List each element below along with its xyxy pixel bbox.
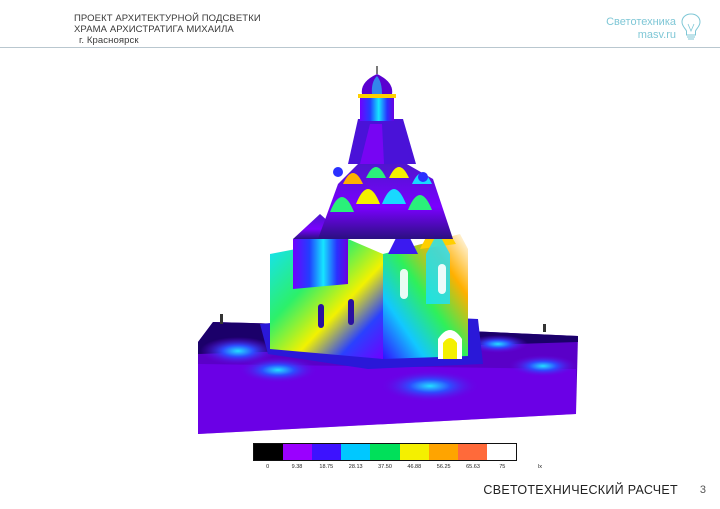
section-title: СВЕТОТЕХНИЧЕСКИЙ РАСЧЕТ xyxy=(483,483,678,497)
scale-swatch xyxy=(428,444,458,460)
scale-swatch xyxy=(254,444,284,460)
scale-unit: lx xyxy=(538,464,542,470)
header-divider xyxy=(0,47,720,48)
scale-swatch xyxy=(283,444,313,460)
project-title-line-2: ХРАМА АРХИСТРАТИГА МИХАИЛА xyxy=(74,24,234,35)
scale-tick-label: 37.50 xyxy=(378,464,392,470)
brand-site: masv.ru xyxy=(637,29,676,41)
scale-swatch xyxy=(341,444,371,460)
scale-tick-label: 28.13 xyxy=(348,464,363,470)
project-title-line-1: ПРОЕКТ АРХИТЕКТУРНОЙ ПОДСВЕТКИ xyxy=(74,13,261,24)
scale-tick-label: 65.63 xyxy=(466,464,480,470)
scale-tick-labels: 0 9.38 18.75 28.13 37.50 46.88 56.25 65.… xyxy=(253,464,517,474)
illuminance-color-scale xyxy=(253,443,517,461)
scale-swatch xyxy=(312,444,342,460)
lightbulb-icon xyxy=(681,13,701,40)
project-title: ПРОЕКТ АРХИТЕКТУРНОЙ ПОДСВЕТКИ ХРАМА АРХ… xyxy=(74,13,261,46)
scale-tick-label: 56.25 xyxy=(436,464,451,470)
church-illuminance-render xyxy=(198,66,578,434)
scale-swatch xyxy=(486,444,516,460)
scale-tick-label: 0 xyxy=(266,464,270,470)
scale-swatch xyxy=(370,444,400,460)
page-header: ПРОЕКТ АРХИТЕКТУРНОЙ ПОДСВЕТКИ ХРАМА АРХ… xyxy=(0,0,720,48)
scale-swatch xyxy=(399,444,429,460)
brand-name: Светотехника xyxy=(606,16,676,28)
scale-tick-label: 18.75 xyxy=(319,464,334,470)
scale-tick-label: 75 xyxy=(499,464,506,470)
scale-swatch xyxy=(457,444,487,460)
scale-tick-label: 9.38 xyxy=(291,464,303,470)
project-city: г. Красноярск xyxy=(79,35,139,46)
brand-logo-text: Светотехника masv.ru xyxy=(606,16,676,42)
scale-tick-label: 46.88 xyxy=(407,464,422,470)
page-number: 3 xyxy=(699,484,706,496)
